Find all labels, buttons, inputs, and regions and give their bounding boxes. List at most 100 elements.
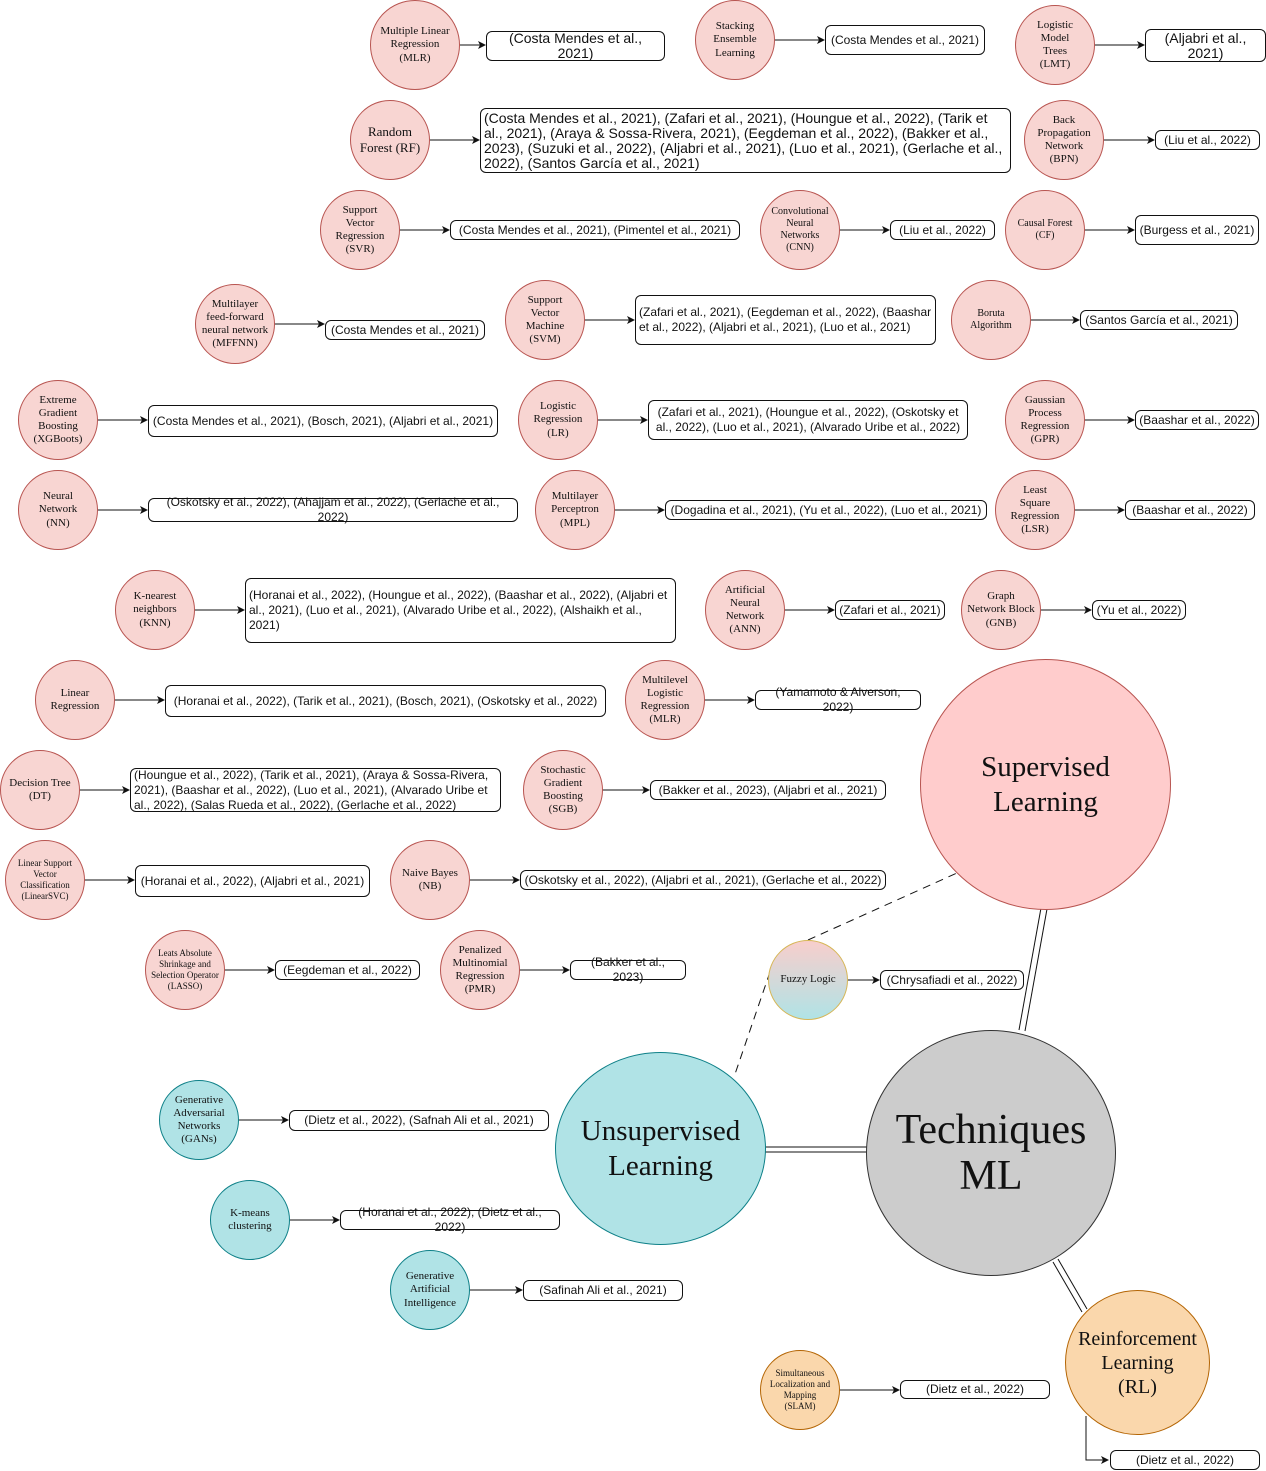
citation-lr[interactable]: (Zafari et al., 2021), (Houngue et al., … <box>648 400 968 440</box>
node-label: Stacking Ensemble Learning <box>713 20 757 59</box>
node-label: Leats Absolute Shrinkage and Selection O… <box>151 948 219 991</box>
node-nb[interactable]: Naive Bayes (NB) <box>390 840 470 920</box>
node-label: Multilayer feed-forward neural network (… <box>201 297 269 350</box>
citation-reinforcement-learning[interactable]: (Dietz et al., 2022) <box>1110 1450 1260 1470</box>
citation-svm[interactable]: (Zafari et al., 2021), (Eegdeman et al.,… <box>635 295 936 345</box>
node-xgb[interactable]: Extreme Gradient Boosting (XGBoots) <box>18 380 98 460</box>
dashed-fuzzy-unsupervised <box>733 971 771 1078</box>
citation-knn[interactable]: (Horanai et al., 2022), (Houngue et al.,… <box>245 578 676 643</box>
node-mlr1[interactable]: Multiple Linear Regression (MLR) <box>370 0 460 90</box>
citation-gnb[interactable]: (Yu et al., 2022) <box>1092 600 1186 620</box>
node-label: Decision Tree (DT) <box>9 776 71 802</box>
node-svr[interactable]: Support Vector Regression (SVR) <box>320 190 400 270</box>
citation-cnn[interactable]: (Liu et al., 2022) <box>890 220 995 240</box>
hub-label: Techniques ML <box>895 1106 1087 1199</box>
citation-lmt[interactable]: (Aljabri et al., 2021) <box>1145 29 1266 62</box>
node-knn[interactable]: K-nearest neighbors (KNN) <box>115 570 195 650</box>
citation-rf[interactable]: (Costa Mendes et al., 2021), (Zafari et … <box>480 108 1011 173</box>
citation-bpn[interactable]: (Liu et al., 2022) <box>1155 130 1260 150</box>
hub-unsupervised-learning[interactable]: Unsupervised Learning <box>555 1052 766 1245</box>
citation-mffnn[interactable]: (Costa Mendes et al., 2021) <box>325 320 485 340</box>
node-linreg[interactable]: Linear Regression <box>35 660 115 740</box>
node-gpr[interactable]: Gaussian Process Regression (GPR) <box>1005 380 1085 460</box>
node-pmr[interactable]: Penalized Multinomial Regression (PMR) <box>440 930 520 1010</box>
node-label: Boruta Algorithm <box>970 308 1012 331</box>
hub-label: Unsupervised Learning <box>580 1114 741 1182</box>
node-lsvc[interactable]: Linear Support Vector Classification (Li… <box>5 840 85 920</box>
citation-gan[interactable]: (Dietz et al., 2022), (Safnah Ali et al.… <box>289 1110 549 1131</box>
node-lr[interactable]: Logistic Regression (LR) <box>518 380 598 460</box>
citation-nb[interactable]: (Oskotsky et al., 2022), (Aljabri et al.… <box>520 870 886 890</box>
node-dt[interactable]: Decision Tree (DT) <box>0 750 80 830</box>
citation-lsvc[interactable]: (Horanai et al., 2022), (Aljabri et al.,… <box>135 865 370 897</box>
citation-nn[interactable]: (Oskotsky et al., 2022), (Ahajjam et al.… <box>148 495 518 524</box>
node-slam[interactable]: Simultaneous Localization and Mapping (S… <box>760 1350 840 1430</box>
citation-lsr[interactable]: (Baashar et al., 2022) <box>1125 500 1255 520</box>
node-lsr[interactable]: Least Square Regression (LSR) <box>995 470 1075 550</box>
node-label: Support Vector Machine (SVM) <box>525 293 565 346</box>
link-main-rl-2 <box>1057 1258 1088 1310</box>
node-label: Neural Network (NN) <box>38 490 78 529</box>
node-ann[interactable]: Artificial Neural Network (ANN) <box>705 570 785 650</box>
node-label: Simultaneous Localization and Mapping (S… <box>769 1368 831 1411</box>
citation-kmeans[interactable]: (Horanai et al., 2022), (Dietz et al., 2… <box>340 1205 560 1234</box>
citation-stack[interactable]: (Costa Mendes et al., 2021) <box>825 25 985 55</box>
node-label: Fuzzy Logic <box>780 973 836 986</box>
hub-supervised-learning[interactable]: Supervised Learning <box>920 659 1171 910</box>
node-cf[interactable]: Causal Forest (CF) <box>1005 190 1085 270</box>
node-kmeans[interactable]: K-means clustering <box>210 1180 290 1260</box>
link-main-supervised <box>1018 907 1042 1031</box>
node-lasso[interactable]: Leats Absolute Shrinkage and Selection O… <box>145 930 225 1010</box>
citation-sgb[interactable]: (Bakker et al., 2023), (Aljabri et al., … <box>650 780 886 800</box>
node-genai[interactable]: Generative Artificial Intelligence <box>390 1250 470 1330</box>
node-bpn[interactable]: Back Propagation Network (BPN) <box>1024 100 1104 180</box>
citation-gpr[interactable]: (Baashar et al., 2022) <box>1135 410 1259 430</box>
node-mffnn[interactable]: Multilayer feed-forward neural network (… <box>195 284 275 364</box>
node-label: Random Forest (RF) <box>359 124 421 155</box>
node-label: Gaussian Process Regression (GPR) <box>1020 393 1070 446</box>
citation-mlr1[interactable]: (Costa Mendes et al., 2021) <box>486 31 665 61</box>
citation-slam[interactable]: (Dietz et al., 2022) <box>900 1380 1050 1399</box>
node-mlr2[interactable]: Multilevel Logistic Regression (MLR) <box>625 660 705 740</box>
node-sgb[interactable]: Stochastic Gradient Boosting (SGB) <box>523 750 603 830</box>
citation-cf[interactable]: (Burgess et al., 2021) <box>1135 215 1259 245</box>
node-label: Logistic Regression (LR) <box>533 400 583 439</box>
node-label: Logistic Model Trees (LMT) <box>1036 18 1074 71</box>
node-label: Naive Bayes (NB) <box>402 866 458 892</box>
ml-techniques-diagram: Supervised Learning Unsupervised Learnin… <box>0 0 1266 1471</box>
hub-label: Reinforcement Learning (RL) <box>1078 1327 1197 1398</box>
citation-mlr2[interactable]: (Yamamoto & Alverson, 2022) <box>755 685 921 714</box>
node-boruta[interactable]: Boruta Algorithm <box>951 280 1031 360</box>
citation-ann[interactable]: (Zafari et al., 2021) <box>835 600 945 620</box>
node-label: Stochastic Gradient Boosting (SGB) <box>540 763 586 816</box>
node-label: Multilayer Perceptron (MPL) <box>551 490 599 529</box>
node-label: Multilevel Logistic Regression (MLR) <box>640 673 690 726</box>
link-main-rl <box>1052 1261 1083 1313</box>
node-stack[interactable]: Stacking Ensemble Learning <box>695 0 775 80</box>
node-gan[interactable]: Generative Adversarial Networks (GANs) <box>159 1080 239 1160</box>
node-nn[interactable]: Neural Network (NN) <box>18 470 98 550</box>
node-svm[interactable]: Support Vector Machine (SVM) <box>505 280 585 360</box>
citation-xgb[interactable]: (Costa Mendes et al., 2021), (Bosch, 202… <box>148 405 498 437</box>
node-label: K-nearest neighbors (KNN) <box>133 590 177 629</box>
hub-reinforcement-learning[interactable]: Reinforcement Learning (RL) <box>1065 1290 1210 1435</box>
citation-genai[interactable]: (Safinah Ali et al., 2021) <box>523 1280 683 1301</box>
node-gnb[interactable]: Graph Network Block (GNB) <box>961 570 1041 650</box>
citation-dt[interactable]: (Houngue et al., 2022), (Tarik et al., 2… <box>130 768 501 812</box>
citation-lasso[interactable]: (Eegdeman et al., 2022) <box>275 960 420 980</box>
citation-fuzzy-logic[interactable]: (Chrysafiadi et al., 2022) <box>880 970 1024 990</box>
node-mpl[interactable]: Multilayer Perceptron (MPL) <box>535 470 615 550</box>
node-lmt[interactable]: Logistic Model Trees (LMT) <box>1015 5 1095 85</box>
citation-svr[interactable]: (Costa Mendes et al., 2021), (Pimentel e… <box>450 220 740 240</box>
node-fuzzy-logic[interactable]: Fuzzy Logic <box>768 940 848 1020</box>
link-main-supervised-2 <box>1024 908 1048 1032</box>
node-rf[interactable]: Random Forest (RF) <box>350 100 430 180</box>
citation-pmr[interactable]: (Bakker et al., 2023) <box>570 955 686 984</box>
citation-boruta[interactable]: (Santos García et al., 2021) <box>1080 310 1238 330</box>
citation-mpl[interactable]: (Dogadina et al., 2021), (Yu et al., 202… <box>665 500 987 520</box>
node-cnn[interactable]: Convolutional Neural Networks (CNN) <box>760 190 840 270</box>
node-label: Generative Adversarial Networks (GANs) <box>173 1093 225 1146</box>
node-label: K-means clustering <box>228 1206 272 1232</box>
hub-techniques-ml[interactable]: Techniques ML <box>866 1030 1116 1276</box>
citation-linreg[interactable]: (Horanai et al., 2022), (Tarik et al., 2… <box>165 685 606 717</box>
